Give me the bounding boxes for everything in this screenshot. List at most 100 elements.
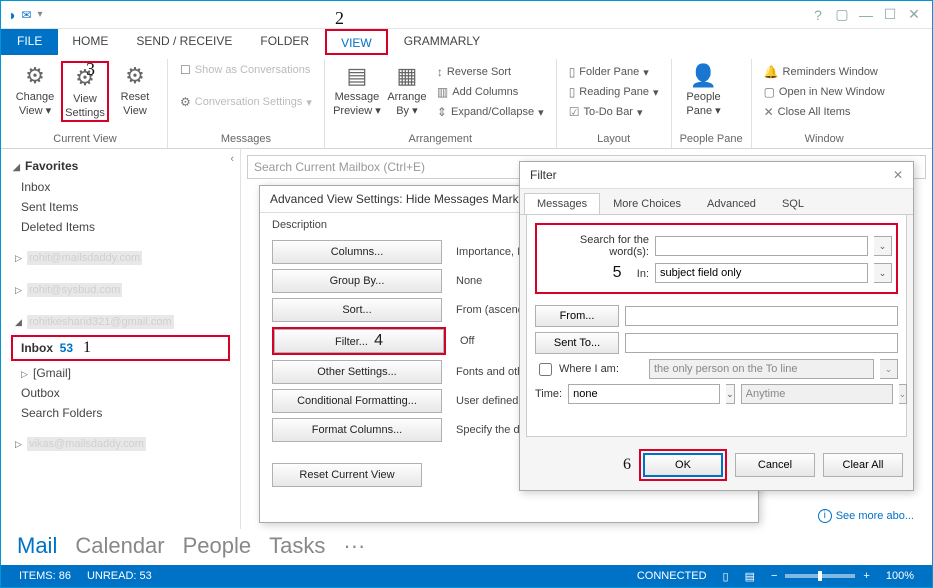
group-label-people: People Pane: [680, 133, 743, 148]
sidebar-account-3[interactable]: ◢rohitkesharid321@gmail.com: [1, 311, 240, 333]
view-reading-icon[interactable]: ▤: [745, 570, 755, 583]
filter-where-checkbox[interactable]: Where I am:: [535, 360, 643, 379]
filter-from-input[interactable]: [625, 306, 898, 326]
status-items: ITEMS: 86: [19, 570, 71, 582]
reverse-sort-label: Reverse Sort: [447, 66, 511, 78]
tab-file[interactable]: FILE: [1, 29, 58, 55]
add-columns-button[interactable]: ▥Add Columns: [433, 83, 548, 101]
nav-people[interactable]: People: [183, 533, 252, 561]
nav-more[interactable]: ···: [343, 533, 365, 561]
change-view-button[interactable]: ⚙Change View ▾: [11, 61, 59, 122]
sidebar-item-sent[interactable]: Sent Items: [1, 197, 240, 217]
reminders-label: Reminders Window: [783, 66, 878, 78]
collapse-sidebar-icon[interactable]: ‹: [230, 153, 234, 165]
filter-time2-select: [741, 384, 893, 404]
avs-reset-button[interactable]: Reset Current View: [272, 463, 422, 487]
status-connected: CONNECTED: [637, 570, 707, 582]
filter-sent-to-input[interactable]: [625, 333, 898, 353]
message-preview-button[interactable]: ▤Message Preview ▾: [333, 61, 381, 121]
group-layout: ▯Folder Pane ▾ ▯Reading Pane ▾ ☑To-Do Ba…: [557, 59, 672, 148]
sidebar-item-outbox[interactable]: Outbox: [1, 383, 240, 403]
folder-pane-button[interactable]: ▯Folder Pane ▾: [565, 63, 663, 81]
reset-view-label: Reset View: [121, 91, 150, 116]
sidebar-account-4[interactable]: ▷vikas@mailsdaddy.com: [1, 433, 240, 455]
open-new-window-button[interactable]: ▢Open in New Window: [760, 83, 889, 101]
filter-tab-sql[interactable]: SQL: [769, 193, 817, 214]
filter-ok-button[interactable]: OK: [643, 453, 723, 477]
avs-groupby-button[interactable]: Group By...: [272, 269, 442, 293]
sidebar-item-deleted[interactable]: Deleted Items: [1, 217, 240, 237]
show-as-conversations-checkbox[interactable]: ☐Show as Conversations: [176, 61, 316, 79]
conversation-settings-button[interactable]: ⚙Conversation Settings ▾: [176, 93, 316, 111]
close-all-items-button[interactable]: ✕Close All Items: [760, 103, 889, 121]
account-3-label: rohitkesharid321@gmail.com: [27, 315, 174, 329]
filter-time-dropdown-icon[interactable]: ⌄: [726, 384, 735, 404]
help-icon[interactable]: ?: [806, 7, 830, 23]
view-normal-icon[interactable]: ▯: [723, 570, 729, 583]
where-checkbox-input[interactable]: [539, 363, 552, 376]
see-more-about[interactable]: iSee more abo...: [818, 509, 914, 523]
avs-other-settings-button[interactable]: Other Settings...: [272, 360, 442, 384]
sidebar-account-2[interactable]: ▷rohit@sysbud.com: [1, 279, 240, 301]
filter-time-select[interactable]: [568, 384, 720, 404]
group-label-window: Window: [760, 133, 889, 148]
ribbon-toggle-icon[interactable]: ▢: [830, 6, 854, 23]
tab-send-receive[interactable]: SEND / RECEIVE: [122, 29, 246, 55]
sidebar-account-1[interactable]: ▷rohit@mailsdaddy.com: [1, 247, 240, 269]
filter-tab-advanced[interactable]: Advanced: [694, 193, 769, 214]
filter-tab-messages[interactable]: Messages: [524, 193, 600, 214]
filter-cancel-button[interactable]: Cancel: [735, 453, 815, 477]
reminders-window-button[interactable]: 🔔Reminders Window: [760, 63, 889, 81]
filter-search-input[interactable]: [655, 236, 868, 256]
nav-tasks[interactable]: Tasks: [269, 533, 325, 561]
filter-tab-more-choices[interactable]: More Choices: [600, 193, 694, 214]
avs-conditional-formatting-button[interactable]: Conditional Formatting...: [272, 389, 442, 413]
zoom-in-button[interactable]: +: [863, 570, 869, 582]
outlook-icon: ◑: [7, 7, 15, 23]
avs-format-columns-button[interactable]: Format Columns...: [272, 418, 442, 442]
group-label-layout: Layout: [565, 133, 663, 148]
view-settings-button[interactable]: ⚙View Settings: [61, 61, 109, 122]
avs-columns-button[interactable]: Columns...: [272, 240, 442, 264]
reset-view-button[interactable]: ⚙Reset View: [111, 61, 159, 122]
avs-sort-button[interactable]: Sort...: [272, 298, 442, 322]
sidebar-item-inbox-selected[interactable]: Inbox 53 1: [11, 335, 230, 361]
sidebar-item-gmail[interactable]: ▷[Gmail]: [1, 363, 240, 383]
titlebar: ◑ ✉ ▾ ? ▢ — ☐ ✕: [1, 1, 932, 29]
maximize-button[interactable]: ☐: [878, 6, 902, 23]
filter-tabs: Messages More Choices Advanced SQL: [520, 189, 913, 215]
expand-collapse-button[interactable]: ⇕Expand/Collapse ▾: [433, 103, 548, 121]
nav-mail[interactable]: Mail: [17, 533, 57, 561]
close-button[interactable]: ✕: [902, 6, 926, 23]
people-pane-label: People Pane: [686, 91, 720, 116]
msg-preview-label: Message Preview: [333, 91, 379, 116]
tab-home[interactable]: HOME: [58, 29, 122, 55]
filter-close-button[interactable]: ✕: [893, 168, 903, 182]
filter-in-dropdown-icon[interactable]: ⌄: [874, 263, 892, 283]
filter-from-button[interactable]: From...: [535, 305, 619, 327]
qat-dropdown-icon[interactable]: ▾: [38, 9, 43, 20]
arrange-by-button[interactable]: ▦Arrange By ▾: [383, 61, 431, 121]
filter-search-dropdown-icon[interactable]: ⌄: [874, 236, 892, 256]
zoom-out-button[interactable]: −: [771, 570, 777, 582]
sendreceive-icon[interactable]: ✉: [21, 8, 31, 22]
filter-clear-all-button[interactable]: Clear All: [823, 453, 903, 477]
minimize-button[interactable]: —: [854, 7, 878, 23]
reverse-sort-button[interactable]: ↕Reverse Sort: [433, 63, 548, 81]
zoom-slider[interactable]: [785, 574, 855, 578]
avs-filter-button[interactable]: Filter... 4: [274, 329, 444, 353]
todo-bar-button[interactable]: ☑To-Do Bar ▾: [565, 103, 663, 121]
reading-pane-button[interactable]: ▯Reading Pane ▾: [565, 83, 663, 101]
where-label: Where I am:: [559, 363, 619, 375]
favorites-header[interactable]: ◢Favorites: [1, 155, 240, 177]
nav-calendar[interactable]: Calendar: [75, 533, 164, 561]
filter-sent-to-button[interactable]: Sent To...: [535, 332, 619, 354]
sidebar-item-search-folders[interactable]: Search Folders: [1, 403, 240, 423]
filter-in-select[interactable]: [655, 263, 868, 283]
avs-filter-btn-label: Filter...: [335, 336, 368, 348]
tab-grammarly[interactable]: GRAMMARLY: [390, 29, 494, 55]
people-pane-button[interactable]: 👤People Pane ▾: [680, 61, 728, 118]
tab-folder[interactable]: FOLDER: [246, 29, 323, 55]
sidebar-item-inbox[interactable]: Inbox: [1, 177, 240, 197]
tab-view[interactable]: VIEW: [325, 29, 388, 55]
